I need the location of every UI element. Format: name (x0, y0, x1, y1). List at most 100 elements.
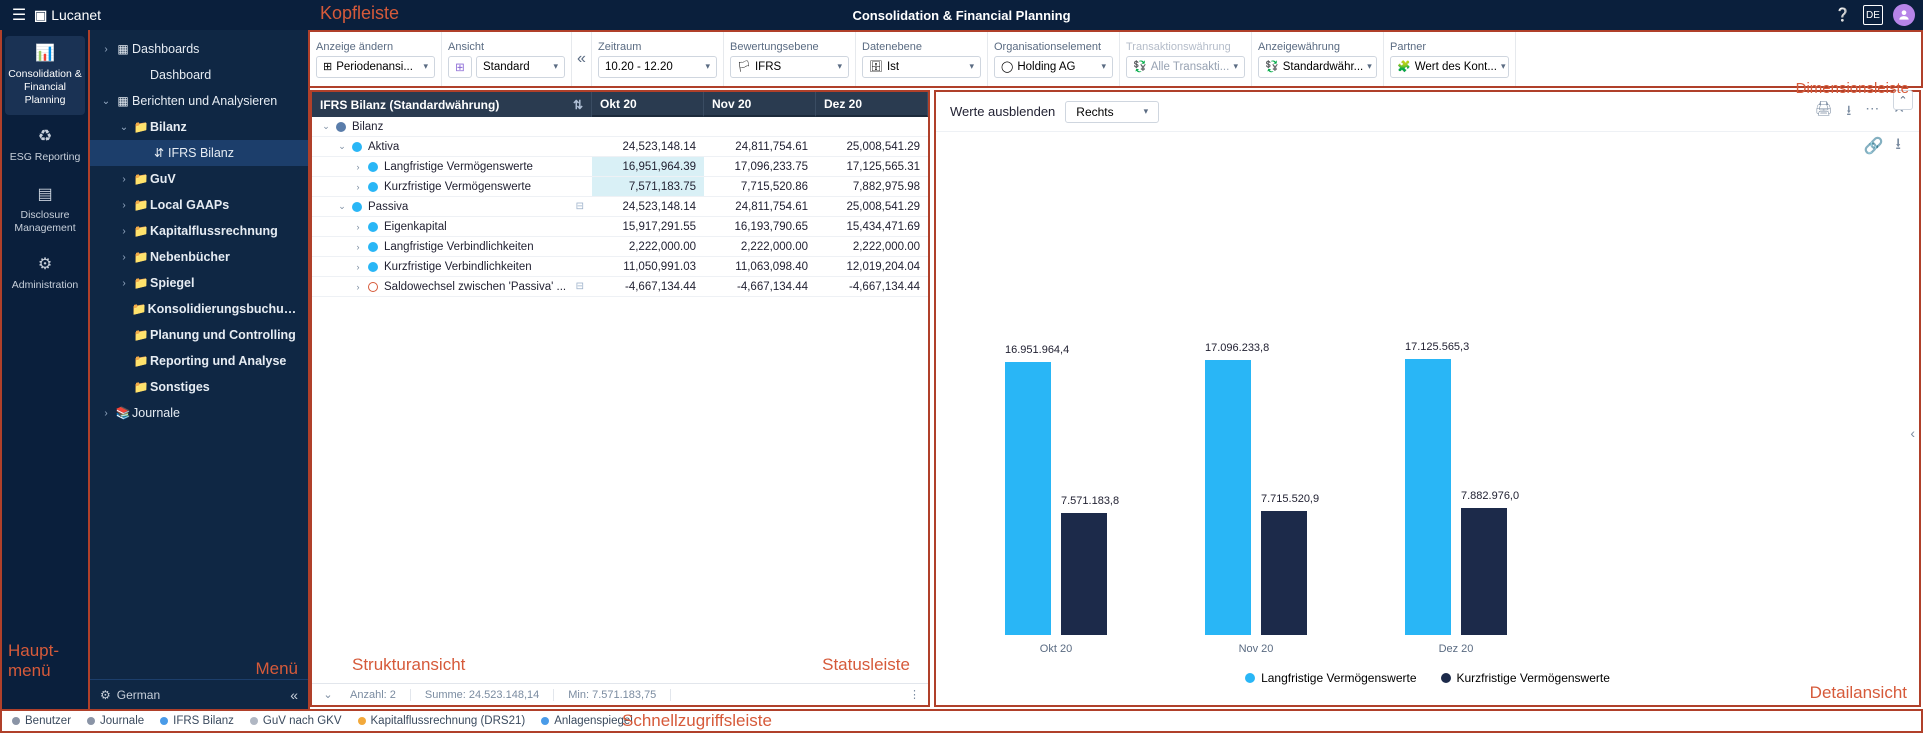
grid-row[interactable]: ⌄Bilanz (312, 117, 928, 137)
grid-cell[interactable]: 7,715,520.86 (704, 177, 816, 196)
dim-select[interactable]: 🏳IFRS▾ (730, 56, 849, 78)
chevron-icon[interactable]: › (116, 226, 132, 237)
dim-select[interactable]: 🧩Wert des Kont...▾ (1390, 56, 1509, 78)
quickbar-item[interactable]: Kapitalflussrechnung (DRS21) (358, 715, 526, 727)
settings-gear-icon[interactable]: ⚙ (100, 688, 111, 702)
nav-item[interactable]: ›📁Local GAAPs (90, 192, 308, 218)
chevron-icon[interactable]: ⌄ (98, 96, 114, 107)
nav-item[interactable]: ⌄📁Bilanz (90, 114, 308, 140)
grid-cell[interactable]: 11,063,098.40 (704, 257, 816, 276)
quickbar-item[interactable]: Anlagenspiegel (541, 715, 633, 727)
nav-item[interactable]: ⌄▦Berichten und Analysieren (90, 88, 308, 114)
menu-toggle-icon[interactable]: ☰ (8, 5, 30, 25)
grid-row[interactable]: ›Langfristige Verbindlichkeiten2,222,000… (312, 237, 928, 257)
dim-select[interactable]: 10.20 - 12.20▾ (598, 56, 717, 78)
chevron-icon[interactable]: ⌄ (320, 121, 332, 132)
mainmenu-esg[interactable]: ♻ ESG Reporting (5, 119, 85, 172)
grid-settings-icon[interactable]: ⇅ (573, 98, 583, 112)
grid-cell[interactable]: 24,523,148.14 (592, 137, 704, 156)
grid-cell[interactable]: -4,667,134.44 (704, 277, 816, 296)
grid-cell[interactable]: 2,222,000.00 (592, 237, 704, 256)
chevron-icon[interactable]: › (116, 278, 132, 289)
link-icon[interactable]: 🔗 (1863, 136, 1883, 156)
dim-select[interactable]: Standard▾ (476, 56, 565, 78)
chart-bar[interactable]: 7.882.976,0 (1461, 508, 1507, 635)
chevron-icon[interactable]: › (352, 222, 364, 232)
download-icon[interactable]: ⭳ (1846, 100, 1851, 124)
grid-cell[interactable]: -4,667,134.44 (816, 277, 928, 296)
nav-item[interactable]: 📁Planung und Controlling (90, 322, 308, 348)
detail-hide-values-label[interactable]: Werte ausblenden (950, 104, 1055, 119)
legend-item[interactable]: Langfristige Vermögenswerte (1245, 671, 1416, 685)
statusbar-expand-icon[interactable]: ⌄ (320, 688, 336, 701)
grid-cell[interactable]: 25,008,541.29 (816, 197, 928, 216)
grid-cell[interactable]: 11,050,991.03 (592, 257, 704, 276)
grid-cell[interactable]: 24,811,754.61 (704, 197, 816, 216)
chart-bar[interactable]: 16.951.964,4 (1005, 362, 1051, 635)
grid-cell[interactable]: 7,882,975.98 (816, 177, 928, 196)
legend-item[interactable]: Kurzfristige Vermögenswerte (1441, 671, 1610, 685)
chart-bar[interactable]: 17.125.565,3 (1405, 359, 1451, 635)
grid-cell[interactable]: 16,951,964.39 (592, 157, 704, 176)
grid-cell[interactable] (592, 117, 704, 136)
chevron-icon[interactable]: ⌄ (116, 122, 132, 133)
grid-cell[interactable]: 15,434,471.69 (816, 217, 928, 236)
statusbar-more-icon[interactable]: ⋮ (909, 688, 920, 701)
chart-bar[interactable]: 17.096.233,8 (1205, 360, 1251, 635)
collapse-menu-icon[interactable]: « (290, 687, 298, 703)
grid-row[interactable]: ›Kurzfristige Vermögenswerte7,571,183.75… (312, 177, 928, 197)
grid-cell[interactable]: 17,096,233.75 (704, 157, 816, 176)
grid-row[interactable]: ⌄Aktiva24,523,148.1424,811,754.6125,008,… (312, 137, 928, 157)
nav-item[interactable]: Dashboard (90, 62, 308, 88)
dimbar-collapse-icon[interactable]: « (572, 32, 592, 86)
export-icon[interactable]: ⭳ (1895, 133, 1901, 160)
detail-side-toggle-icon[interactable]: ‹ (1910, 425, 1915, 441)
grid-row[interactable]: ›Eigenkapital15,917,291.5516,193,790.651… (312, 217, 928, 237)
nav-item[interactable]: 📁Reporting und Analyse (90, 348, 308, 374)
grid-row[interactable]: ›Kurzfristige Verbindlichkeiten11,050,99… (312, 257, 928, 277)
nav-item[interactable]: ›📁Kapitalflussrechnung (90, 218, 308, 244)
dim-select[interactable]: ⊞Periodenansi...▾ (316, 56, 435, 78)
grid-cell[interactable]: 2,222,000.00 (704, 237, 816, 256)
grid-row[interactable]: ›Saldowechsel zwischen 'Passiva' ...⊟-4,… (312, 277, 928, 297)
nav-item[interactable]: ›📁Spiegel (90, 270, 308, 296)
chevron-icon[interactable]: › (98, 44, 114, 55)
grid-cell[interactable]: 16,193,790.65 (704, 217, 816, 236)
grid-cell[interactable]: 7,571,183.75 (592, 177, 704, 196)
chevron-icon[interactable]: ⌄ (336, 141, 348, 152)
detail-align-select[interactable]: Rechts ▾ (1065, 101, 1159, 123)
print-icon[interactable]: 🖨 (1815, 100, 1833, 124)
dim-select[interactable]: 💱Standardwähr...▾ (1258, 56, 1377, 78)
footer-language[interactable]: German (117, 688, 160, 702)
chevron-icon[interactable]: › (116, 252, 132, 263)
quickbar-item[interactable]: GuV nach GKV (250, 715, 342, 727)
grid-cell[interactable]: 15,917,291.55 (592, 217, 704, 236)
mainmenu-consolidation[interactable]: 📊 Consolidation & Financial Planning (5, 36, 85, 115)
dim-select[interactable]: ◯Holding AG▾ (994, 56, 1113, 78)
nav-item[interactable]: ›📁GuV (90, 166, 308, 192)
chevron-icon[interactable]: › (116, 174, 132, 185)
chevron-icon[interactable]: ⌄ (336, 201, 348, 212)
grid-cell[interactable] (816, 117, 928, 136)
nav-item[interactable]: ›📚Journale (90, 400, 308, 426)
grid-row[interactable]: ⌄Passiva⊟24,523,148.1424,811,754.6125,00… (312, 197, 928, 217)
grid-cell[interactable]: 2,222,000.00 (816, 237, 928, 256)
mainmenu-admin[interactable]: ⚙ Administration (5, 247, 85, 300)
grid-cell[interactable] (704, 117, 816, 136)
quickbar-item[interactable]: IFRS Bilanz (160, 715, 234, 727)
grid-cell[interactable]: -4,667,134.44 (592, 277, 704, 296)
grid-cell[interactable]: 12,019,204.04 (816, 257, 928, 276)
mainmenu-disclosure[interactable]: ▤ Disclosure Management (5, 177, 85, 243)
grid-row[interactable]: ›Langfristige Vermögenswerte16,951,964.3… (312, 157, 928, 177)
chevron-icon[interactable]: › (352, 162, 364, 172)
dim-select[interactable]: 💱Alle Transakti...▾ (1126, 56, 1245, 78)
user-avatar[interactable] (1893, 4, 1915, 26)
grid-cell[interactable]: 17,125,565.31 (816, 157, 928, 176)
language-badge[interactable]: DE (1863, 5, 1883, 25)
chart-bar[interactable]: 7.715.520,9 (1261, 511, 1307, 635)
help-icon[interactable]: ❔ (1833, 5, 1853, 25)
nav-item[interactable]: ⇵IFRS Bilanz (90, 140, 308, 166)
view-toggle-button[interactable]: ⊞ (448, 56, 472, 78)
chevron-icon[interactable]: › (98, 408, 114, 419)
grid-col-header[interactable]: Dez 20 (816, 92, 928, 117)
